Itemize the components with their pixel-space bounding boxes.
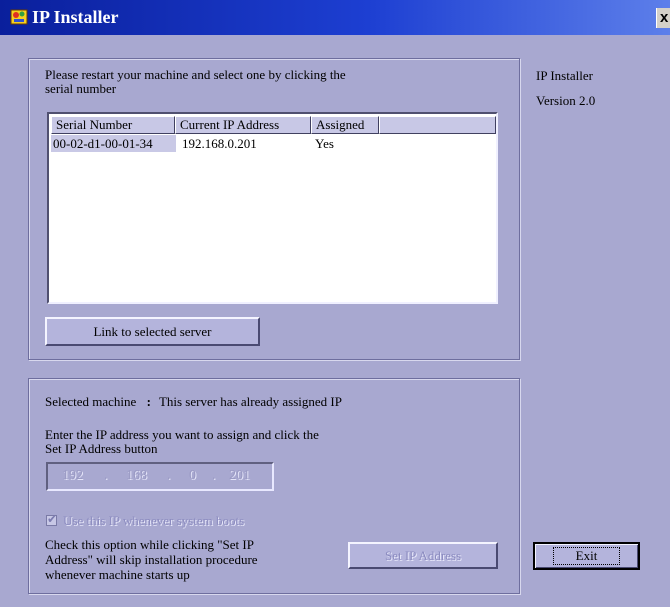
side-app-name: IP Installer	[536, 68, 593, 83]
ip-address-field[interactable]: 192 . 168 . 0 . 201	[46, 462, 274, 491]
ip-dot-3: .	[212, 468, 216, 483]
app-icon	[10, 9, 28, 25]
ip-octet-1[interactable]: 192	[62, 468, 83, 484]
instruction-line-2: serial number	[45, 81, 117, 96]
column-header-serial[interactable]: Serial Number	[51, 116, 175, 134]
table-row-assigned[interactable]: Yes	[315, 135, 334, 152]
column-header-assigned[interactable]: Assigned	[311, 116, 379, 134]
note-line-2: Address" will skip installation procedur…	[45, 552, 258, 567]
selected-machine-separator: :	[146, 394, 151, 409]
enter-ip-instruction-1: Enter the IP address you want to assign …	[45, 427, 319, 442]
selected-machine-status: This server has already assigned IP	[158, 394, 342, 409]
ip-octet-3[interactable]: 0	[189, 468, 196, 484]
server-list[interactable]: Serial Number Current IP Address Assigne…	[47, 112, 498, 304]
link-to-selected-server-button[interactable]: Link to selected server	[45, 317, 260, 346]
exit-button[interactable]: Exit	[533, 542, 640, 570]
note-line-1: Check this option while clicking "Set IP	[45, 537, 254, 552]
table-row-ip[interactable]: 192.168.0.201	[182, 135, 257, 152]
note-line-3: whenever machine starts up	[45, 567, 190, 582]
checkmark-icon: ✔	[47, 512, 58, 526]
set-ip-address-button[interactable]: Set IP Address	[348, 542, 498, 569]
ip-dot-2: .	[167, 468, 171, 483]
exit-button-label: Exit	[552, 547, 621, 565]
side-version: Version 2.0	[536, 93, 596, 108]
ip-dot-1: .	[104, 468, 108, 483]
title-bar[interactable]: IP Installer x	[0, 0, 670, 35]
selected-machine-label: Selected machine : This server has alrea…	[45, 394, 342, 409]
selected-machine-title: Selected machine	[45, 394, 137, 409]
table-row-serial[interactable]: 00-02-d1-00-01-34	[53, 135, 153, 152]
ip-octet-4[interactable]: 201	[229, 468, 250, 484]
use-ip-checkbox[interactable]: ✔	[46, 512, 58, 526]
close-button[interactable]: x	[656, 8, 670, 28]
instruction-line-1: Please restart your machine and select o…	[45, 67, 346, 82]
column-header-filler	[379, 116, 496, 134]
use-ip-label[interactable]: Use this IP whenever system boots	[63, 513, 244, 528]
ip-installer-window: IP Installer x IP Installer Version 2.0 …	[0, 0, 670, 607]
column-header-ip[interactable]: Current IP Address	[175, 116, 311, 134]
window-title: IP Installer	[32, 7, 119, 27]
ip-octet-2[interactable]: 168	[126, 468, 147, 484]
enter-ip-instruction-2: Set IP Address button	[45, 441, 158, 456]
